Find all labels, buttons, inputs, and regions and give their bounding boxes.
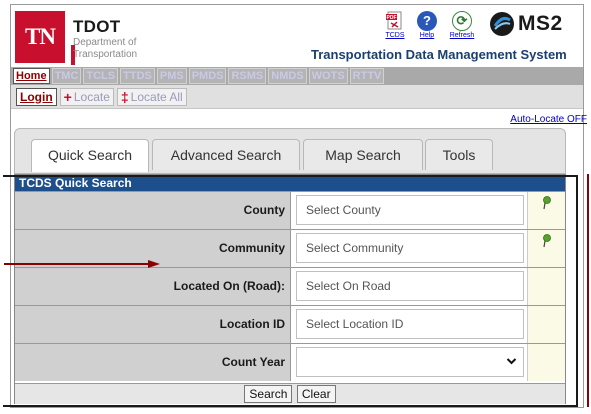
org-block: TDOT Department of Transportation xyxy=(73,17,137,61)
logo-text: TN xyxy=(25,24,56,49)
header: TN TDOT Department of Transportation PDF… xyxy=(11,5,583,67)
county-row: County Select County xyxy=(15,191,565,229)
ms2-logo-icon xyxy=(490,12,514,36)
locate-all-label: Locate All xyxy=(130,89,183,104)
count-year-select[interactable] xyxy=(296,347,524,377)
location-id-side-cell xyxy=(527,306,565,343)
nav-rttv[interactable]: RTTV xyxy=(349,68,385,84)
county-input[interactable]: Select County xyxy=(296,195,524,225)
road-side-cell xyxy=(527,268,565,305)
county-label: County xyxy=(15,192,291,229)
count-year-label: Count Year xyxy=(15,344,291,381)
community-side-cell xyxy=(527,230,565,267)
system-title: Transportation Data Management System xyxy=(311,47,567,62)
nav-pmds[interactable]: PMDS xyxy=(188,68,227,84)
pdf-icon: PDF xyxy=(385,11,405,31)
refresh-label[interactable]: Refresh xyxy=(444,32,480,39)
help-icon: ? xyxy=(417,11,437,31)
nav-nmds[interactable]: NMDS xyxy=(268,68,307,84)
chevron-down-icon xyxy=(506,358,517,365)
refresh-icon: ⟳ xyxy=(452,11,472,31)
locate-label: Locate xyxy=(73,89,110,104)
tab-quick-search[interactable]: Quick Search xyxy=(31,139,149,172)
refresh-link[interactable]: ⟳ Refresh xyxy=(444,11,480,39)
help-link[interactable]: ? Help xyxy=(414,11,440,39)
tn-logo: TN xyxy=(15,11,65,63)
county-side-cell xyxy=(527,192,565,229)
search-button-row: Search Clear xyxy=(15,383,565,404)
help-label[interactable]: Help xyxy=(414,32,440,39)
nav-tcls[interactable]: TCLS xyxy=(83,68,119,84)
road-row: Located On (Road): Select On Road xyxy=(15,267,565,305)
tcds-link[interactable]: PDF TCDS xyxy=(378,11,412,39)
location-id-row: Location ID Select Location ID xyxy=(15,305,565,343)
org-name: TDOT xyxy=(73,17,121,36)
ms2-brand: MS2 xyxy=(489,11,563,37)
nav-pms[interactable]: PMS xyxy=(156,68,187,84)
header-icons: PDF TCDS ? Help ⟳ Refresh xyxy=(378,11,486,41)
ms2-text: MS2 xyxy=(518,12,563,35)
road-label: Located On (Road): xyxy=(15,268,291,305)
tab-tools[interactable]: Tools xyxy=(425,139,493,170)
road-input[interactable]: Select On Road xyxy=(296,271,524,301)
org-sub-2: Transportation xyxy=(73,49,138,60)
crosshair-multi-icon: ‡ xyxy=(120,88,129,105)
community-label: Community xyxy=(15,230,291,267)
community-row: Community Select Community xyxy=(15,229,565,267)
quick-search-panel: TCDS Quick Search County Select County C… xyxy=(14,174,566,404)
tab-advanced-search[interactable]: Advanced Search xyxy=(152,139,300,170)
tcds-label[interactable]: TCDS xyxy=(378,32,412,39)
module-nav: Home TMC TCLS TTDS PMS PMDS RSMS NMDS WO… xyxy=(11,67,583,85)
nav-home[interactable]: Home xyxy=(13,68,50,84)
nav-ttds[interactable]: TTDS xyxy=(120,68,155,84)
count-year-side-cell xyxy=(527,344,565,381)
login-toolbar: Login + Locate ‡ Locate All xyxy=(11,85,583,109)
location-id-input[interactable]: Select Location ID xyxy=(296,309,524,339)
login-button[interactable]: Login xyxy=(16,87,57,106)
map-pin-icon[interactable] xyxy=(542,234,552,248)
callout-red-rule xyxy=(587,174,589,407)
crosshair-icon: + xyxy=(63,88,72,105)
count-year-row: Count Year xyxy=(15,343,565,381)
nav-rsms[interactable]: RSMS xyxy=(228,68,267,84)
auto-locate-toggle[interactable]: Auto-Locate OFF xyxy=(510,114,587,125)
org-sub-1: Department of xyxy=(73,37,137,48)
map-pin-icon[interactable] xyxy=(542,196,552,210)
search-tabs: Quick Search Advanced Search Map Search … xyxy=(14,128,566,174)
location-id-label: Location ID xyxy=(15,306,291,343)
community-input[interactable]: Select Community xyxy=(296,233,524,263)
nav-wots[interactable]: WOTS xyxy=(308,68,348,84)
locate-all-button[interactable]: ‡ Locate All xyxy=(116,87,187,106)
quick-search-title: TCDS Quick Search xyxy=(15,175,565,191)
clear-button[interactable]: Clear xyxy=(296,385,336,403)
tab-map-search[interactable]: Map Search xyxy=(303,139,423,170)
nav-tmc[interactable]: TMC xyxy=(51,68,82,84)
locate-button[interactable]: + Locate xyxy=(59,87,114,106)
svg-text:PDF: PDF xyxy=(387,15,397,21)
search-button[interactable]: Search xyxy=(244,385,293,403)
